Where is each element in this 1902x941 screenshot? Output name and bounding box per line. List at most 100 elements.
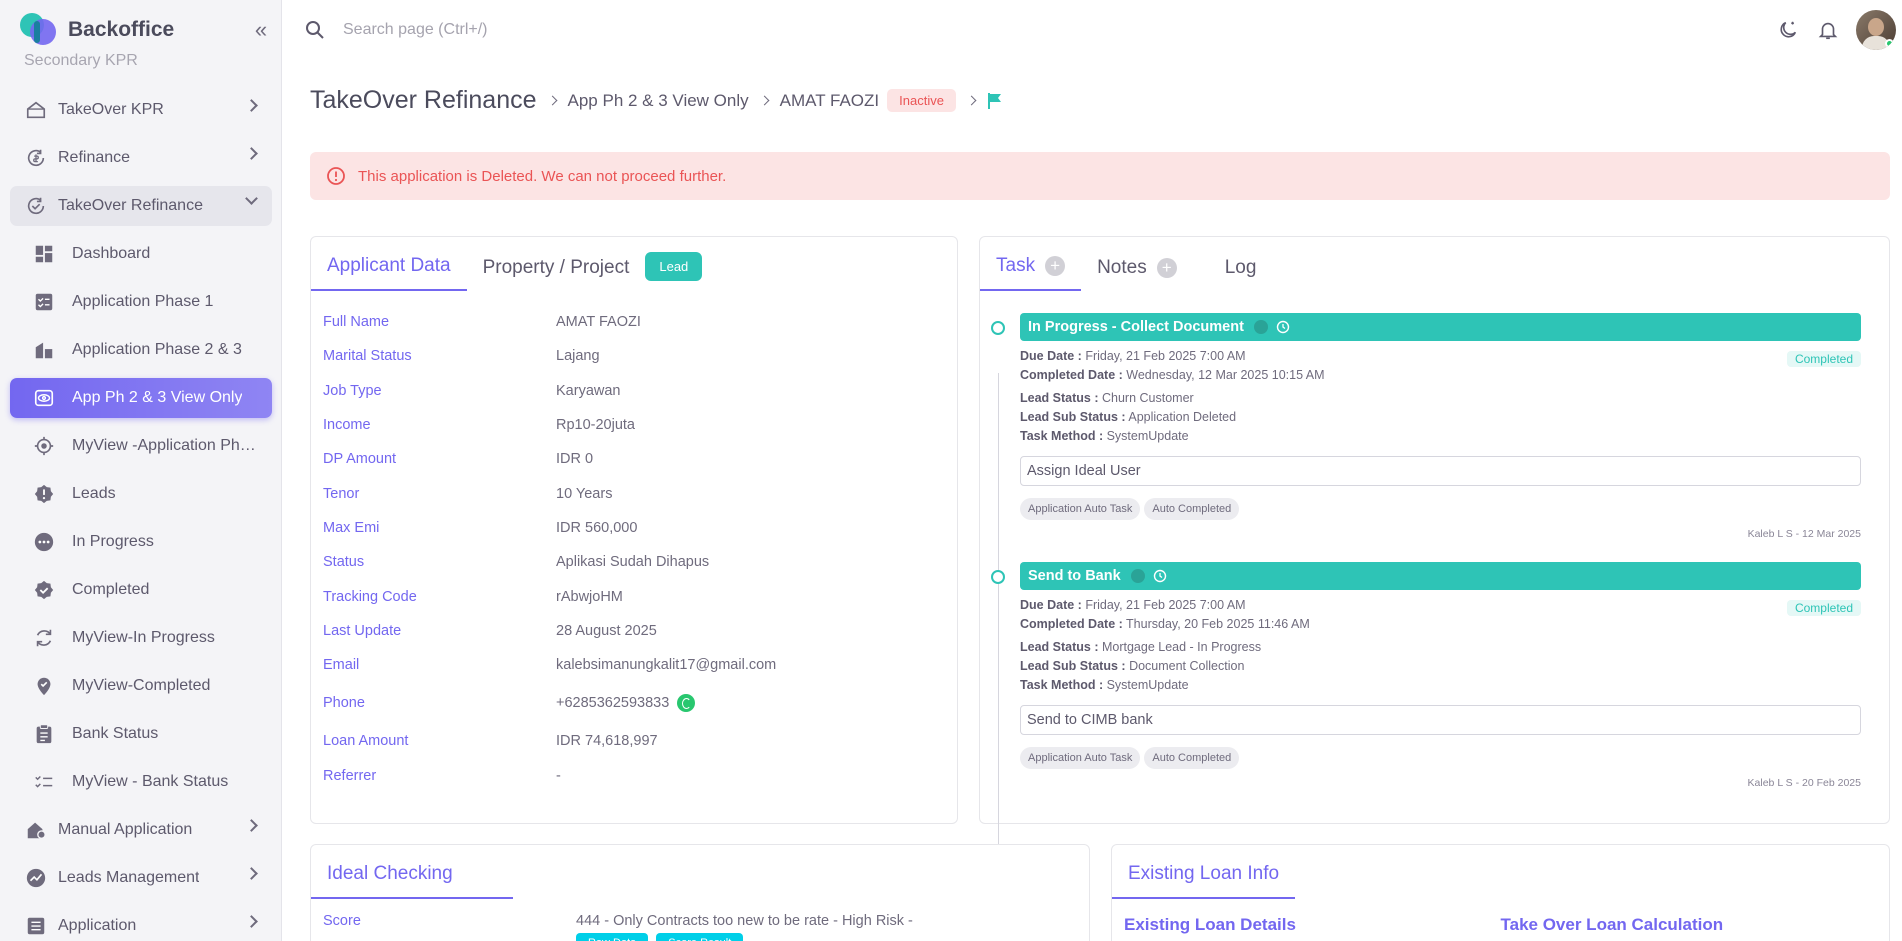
lead-status-label: Lead Status : <box>1020 640 1099 654</box>
tab-notes-label: Notes <box>1097 257 1147 278</box>
detail-label: Job Type <box>323 382 382 399</box>
avatar[interactable] <box>1856 10 1896 50</box>
completed-date-label: Completed Date : <box>1020 368 1123 382</box>
sidebar-item-myview-bank-status[interactable]: MyView - Bank Status <box>10 762 272 802</box>
search-icon[interactable] <box>305 20 325 40</box>
chevron-right-icon <box>245 147 258 160</box>
collapse-sidebar-icon[interactable]: « <box>241 17 281 43</box>
sidebar-item-myview-completed[interactable]: MyView-Completed <box>10 666 272 706</box>
dots-circle-icon <box>32 530 56 554</box>
info-circle-icon[interactable] <box>1253 320 1268 334</box>
sidebar-item-label: Leads <box>72 485 116 502</box>
sidebar-item-myview-in-progress[interactable]: MyView-In Progress <box>10 618 272 658</box>
sidebar-item-refinance[interactable]: Refinance <box>10 138 272 178</box>
task-header[interactable]: In Progress - Collect Document <box>1020 313 1861 341</box>
tab-log[interactable]: Log <box>1209 257 1273 291</box>
sidebar-item-app-ph-2-3-view-only[interactable]: App Ph 2 & 3 View Only <box>10 378 272 418</box>
task-description-box: Send to CIMB bank <box>1020 705 1861 735</box>
sidebar-item-label: Manual Application <box>58 821 193 838</box>
tab-ideal-checking[interactable]: Ideal Checking <box>311 863 513 899</box>
sidebar-item-takeover-kpr[interactable]: TakeOver KPR <box>10 90 272 130</box>
detail-label: Tracking Code <box>323 588 417 605</box>
checklist-icon <box>32 290 56 314</box>
tab-task[interactable]: Task + <box>980 255 1082 291</box>
alert-text: This application is Deleted. We can not … <box>358 167 727 185</box>
sidebar-item-myview-application-phase-1[interactable]: MyView -Application Phase 1 <box>10 426 272 466</box>
chevron-down-icon <box>245 192 258 205</box>
detail-value-text: Aplikasi Sudah Dihapus <box>556 554 710 571</box>
detail-value: Rp10-20juta <box>556 417 635 433</box>
theme-toggle-icon[interactable] <box>1776 18 1800 42</box>
sidebar-item-leads[interactable]: Leads <box>10 474 272 514</box>
sidebar-item-label: Application Phase 2 & 3 <box>72 341 242 358</box>
detail-value: IDR 74,618,997 <box>556 733 658 749</box>
detail-value: Karyawan <box>556 383 620 399</box>
detail-value-text: Rp10-20juta <box>556 417 635 434</box>
flag-icon[interactable] <box>987 92 1003 110</box>
info-circle-icon[interactable] <box>1130 569 1145 583</box>
task-method-value: SystemUpdate <box>1106 429 1189 443</box>
sidebar-item-completed[interactable]: Completed <box>10 570 272 610</box>
search-input[interactable] <box>343 21 743 39</box>
tab-property-project[interactable]: Property / Project <box>467 257 646 291</box>
lead-sub-status-value: Document Collection <box>1129 659 1245 673</box>
detail-label: Status <box>323 554 365 571</box>
timeline-dot <box>991 321 1005 335</box>
detail-label: Income <box>323 417 371 434</box>
detail-value: 10 Years <box>556 486 612 502</box>
alert-circle-icon <box>327 167 345 185</box>
detail-row: Status Aplikasi Sudah Dihapus <box>323 545 945 579</box>
detail-value-text: IDR 74,618,997 <box>556 733 658 750</box>
detail-value: rAbwjoHM <box>556 589 623 605</box>
sidebar-item-takeover-refinance[interactable]: TakeOver Refinance <box>10 186 272 226</box>
task-card: Task + Notes + Log In Progress - Collect… <box>979 236 1890 863</box>
tab-existing-loan-info[interactable]: Existing Loan Info <box>1112 863 1296 899</box>
sidebar-item-manual-application[interactable]: Manual Application <box>10 810 272 850</box>
add-note-icon[interactable]: + <box>1156 258 1177 278</box>
logo-icon <box>20 13 58 47</box>
sidebar-item-in-progress[interactable]: In Progress <box>10 522 272 562</box>
sidebar-item-application-phase-1[interactable]: Application Phase 1 <box>10 282 272 322</box>
detail-label: Marital Status <box>323 348 412 365</box>
tab-applicant-data[interactable]: Applicant Data <box>311 255 467 291</box>
lead-status-value: Mortgage Lead - In Progress <box>1101 640 1262 654</box>
due-date-value: Friday, 21 Feb 2025 7:00 AM <box>1085 598 1246 612</box>
tab-notes[interactable]: Notes + <box>1081 257 1193 291</box>
detail-row: Marital Status Lajang <box>323 339 945 373</box>
breadcrumb-item-view[interactable]: App Ph 2 & 3 View Only <box>568 91 749 111</box>
sidebar-item-label: Application Phase 1 <box>72 293 214 310</box>
sidebar-item-dashboard[interactable]: Dashboard <box>10 234 272 274</box>
history-icon[interactable] <box>1276 320 1290 334</box>
sidebar-item-bank-status[interactable]: Bank Status <box>10 714 272 754</box>
score-label: Score <box>323 913 361 929</box>
target-icon <box>32 434 56 458</box>
completed-date-label: Completed Date : <box>1020 617 1123 631</box>
detail-label: Email <box>323 657 360 674</box>
sidebar-item-application[interactable]: Application <box>10 906 272 941</box>
eye-icon <box>32 386 56 410</box>
chevron-right-icon <box>547 95 557 106</box>
sidebar-item-label: App Ph 2 & 3 View Only <box>72 389 243 406</box>
refresh-dollar-icon <box>24 146 48 170</box>
notification-bell-icon[interactable] <box>1816 18 1840 42</box>
sidebar-item-leads-management[interactable]: Leads Management <box>10 858 272 898</box>
timeline-dot <box>991 570 1005 584</box>
score-value: 444 - Only Contracts too new to be rate … <box>576 913 913 929</box>
add-task-icon[interactable]: + <box>1045 256 1066 276</box>
sidebar-item-partial[interactable]: Secondary KPR <box>10 50 272 70</box>
sidebar-item-label: Refinance <box>58 149 131 166</box>
history-icon[interactable] <box>1153 569 1167 583</box>
chevron-right-icon <box>966 95 977 106</box>
raw-data-button[interactable]: Raw Data <box>576 933 649 941</box>
score-result-button[interactable]: Score Result <box>656 933 744 941</box>
lead-sub-status-label: Lead Sub Status : <box>1020 659 1126 673</box>
whatsapp-icon[interactable] <box>677 694 696 713</box>
sidebar-item-application-phase-2-3[interactable]: Application Phase 2 & 3 <box>10 330 272 370</box>
sidebar-item-label: In Progress <box>72 533 154 550</box>
lead-badge: Lead <box>645 252 703 281</box>
task-chip: Auto Completed <box>1144 747 1240 769</box>
due-date-value: Friday, 21 Feb 2025 7:00 AM <box>1085 349 1246 363</box>
applicant-card: Applicant Data Property / Project Lead F… <box>310 236 958 824</box>
detail-row: DP Amount IDR 0 <box>323 442 945 476</box>
task-header[interactable]: Send to Bank <box>1020 562 1861 590</box>
